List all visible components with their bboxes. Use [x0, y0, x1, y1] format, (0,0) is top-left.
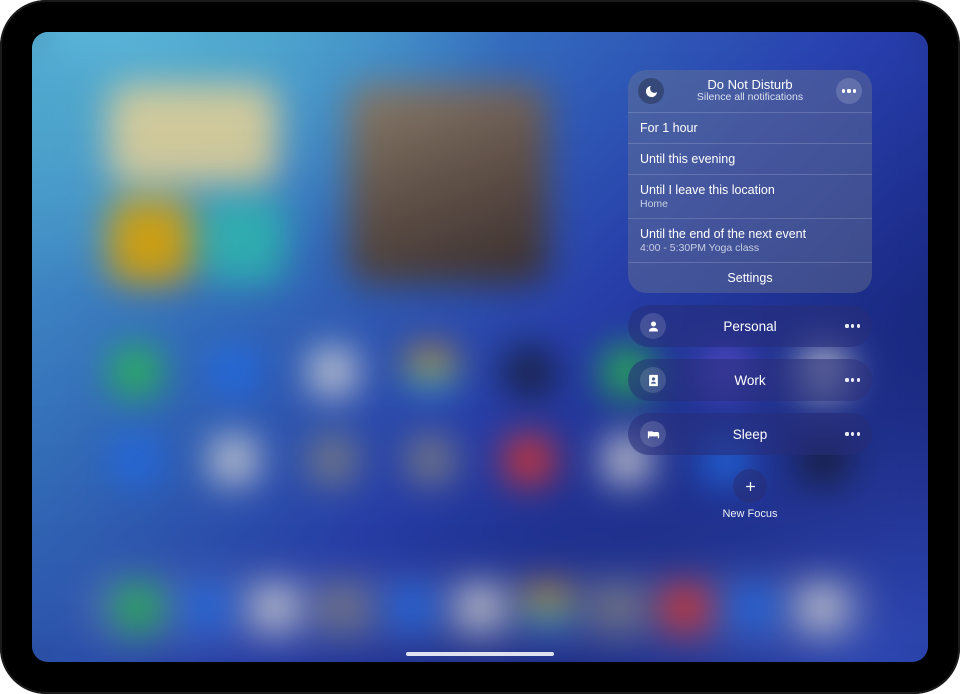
ipad-screen: Do Not Disturb Silence all notifications… [32, 32, 928, 662]
dnd-option-label: Until this evening [640, 152, 860, 166]
dnd-option-detail: Home [640, 198, 860, 210]
do-not-disturb-header[interactable]: Do Not Disturb Silence all notifications [628, 70, 872, 113]
do-not-disturb-title: Do Not Disturb [646, 78, 854, 92]
focus-mode-label: Work [628, 373, 872, 388]
dnd-settings-button[interactable]: Settings [628, 263, 872, 293]
dnd-option-next-event[interactable]: Until the end of the next event 4:00 - 5… [628, 219, 872, 263]
dnd-option-leave-location[interactable]: Until I leave this location Home [628, 175, 872, 219]
do-not-disturb-subtitle: Silence all notifications [646, 92, 854, 104]
dnd-option-detail: 4:00 - 5:30PM Yoga class [640, 242, 860, 254]
dnd-option-label: For 1 hour [640, 121, 860, 135]
dnd-option-1-hour[interactable]: For 1 hour [628, 113, 872, 144]
focus-mode-more-button[interactable] [845, 378, 860, 381]
focus-mode-work[interactable]: Work [628, 359, 872, 401]
focus-mode-personal[interactable]: Personal [628, 305, 872, 347]
focus-mode-more-button[interactable] [845, 324, 860, 327]
focus-mode-more-button[interactable] [845, 432, 860, 435]
focus-mode-label: Sleep [628, 427, 872, 442]
focus-panel: Do Not Disturb Silence all notifications… [628, 70, 872, 520]
focus-mode-sleep[interactable]: Sleep [628, 413, 872, 455]
home-indicator[interactable] [406, 652, 554, 657]
focus-mode-label: Personal [628, 319, 872, 334]
dnd-option-label: Until I leave this location [640, 183, 860, 197]
do-not-disturb-card: Do Not Disturb Silence all notifications… [628, 70, 872, 293]
ipad-frame: Do Not Disturb Silence all notifications… [0, 0, 960, 694]
dnd-option-label: Until the end of the next event [640, 227, 860, 241]
dnd-option-evening[interactable]: Until this evening [628, 144, 872, 175]
new-focus: New Focus [628, 469, 872, 520]
new-focus-label: New Focus [722, 508, 777, 520]
new-focus-button[interactable] [733, 469, 767, 503]
